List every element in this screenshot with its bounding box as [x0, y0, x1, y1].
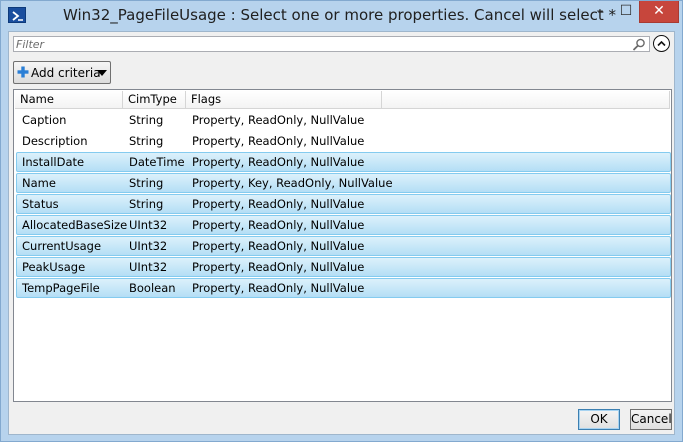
property-cimtype: String [129, 113, 164, 127]
column-header-filler [382, 91, 670, 109]
property-flags: Property, ReadOnly, NullValue [192, 134, 365, 148]
property-name: AllocatedBaseSize [22, 218, 128, 232]
property-cimtype: String [129, 176, 164, 190]
collapse-button[interactable] [653, 35, 670, 52]
property-name: Caption [22, 113, 67, 127]
list-header: Name CimType Flags [15, 91, 670, 109]
maximize-button[interactable]: ☐ [613, 1, 639, 23]
list-row-allocatedbasesize[interactable]: AllocatedBaseSize UInt32 Property, ReadOnl… [16, 215, 671, 235]
add-criteria-button[interactable]: Add criteria [13, 61, 111, 84]
ok-button[interactable]: OK [578, 409, 620, 430]
powershell-icon [8, 7, 26, 23]
property-cimtype: String [129, 197, 164, 211]
list-row-description[interactable]: Description String Property, ReadOnly, Nul… [16, 131, 671, 151]
list-row-temppagefile[interactable]: TempPageFile Boolean Property, ReadOnly, N… [16, 278, 671, 298]
property-name: TempPageFile [22, 281, 100, 295]
plus-icon [17, 66, 29, 78]
dialog-window: Win32_PageFileUsage : Select one or more… [0, 0, 683, 442]
property-name: PeakUsage [22, 260, 86, 274]
title-bar[interactable]: Win32_PageFileUsage : Select one or more… [1, 1, 682, 31]
property-flags: Property, ReadOnly, NullValue [192, 260, 365, 274]
search-icon[interactable] [632, 38, 646, 51]
property-name: InstallDate [22, 155, 85, 169]
column-header-flags[interactable]: Flags [186, 91, 382, 109]
minimize-button[interactable]: – [587, 1, 613, 23]
column-header-name[interactable]: Name [15, 91, 123, 109]
property-flags: Property, ReadOnly, NullValue [192, 218, 365, 232]
property-flags: Property, ReadOnly, NullValue [192, 155, 365, 169]
filter-input[interactable] [16, 37, 626, 51]
list-row-installdate[interactable]: InstallDate DateTime Property, ReadOnly, N… [16, 152, 671, 172]
property-flags: Property, ReadOnly, NullValue [192, 239, 365, 253]
column-header-cimtype[interactable]: CimType [123, 91, 186, 109]
property-flags: Property, ReadOnly, NullValue [192, 197, 365, 211]
caret-down-icon [97, 70, 107, 76]
list-row-name[interactable]: Name String Property, Key, ReadOnly, NullV… [16, 173, 671, 193]
chevron-up-circle-icon [657, 40, 666, 47]
property-cimtype: UInt32 [129, 239, 168, 253]
property-cimtype: String [129, 134, 164, 148]
window-title: Win32_PageFileUsage : Select one or more… [63, 6, 617, 24]
property-name: CurrentUsage [22, 239, 102, 253]
list-row-peakusage[interactable]: PeakUsage UInt32 Property, ReadOnly, NullV… [16, 257, 671, 277]
property-name: Name [22, 176, 56, 190]
property-flags: Property, ReadOnly, NullValue [192, 113, 365, 127]
property-flags: Property, Key, ReadOnly, NullValue [192, 176, 393, 190]
property-cimtype: UInt32 [129, 260, 168, 274]
close-button[interactable]: ✕ [639, 1, 679, 23]
list-row-currentusage[interactable]: CurrentUsage UInt32 Property, ReadOnly, Nu… [16, 236, 671, 256]
property-list[interactable]: Name CimType Flags Caption String Property… [13, 89, 672, 402]
filter-box[interactable] [13, 36, 650, 52]
property-name: Status [22, 197, 59, 211]
add-criteria-label: Add criteria [31, 66, 101, 80]
property-flags: Property, ReadOnly, NullValue [192, 281, 365, 295]
dialog-content: Add criteria Name CimType Flags Caption S… [8, 31, 675, 435]
cancel-button[interactable]: Cancel [630, 409, 672, 430]
property-cimtype: DateTime [129, 155, 185, 169]
property-name: Description [22, 134, 88, 148]
list-row-caption[interactable]: Caption String Property, ReadOnly, NullVal… [16, 110, 671, 130]
property-cimtype: Boolean [129, 281, 176, 295]
property-cimtype: UInt32 [129, 218, 168, 232]
list-row-status[interactable]: Status String Property, ReadOnly, NullValu… [16, 194, 671, 214]
